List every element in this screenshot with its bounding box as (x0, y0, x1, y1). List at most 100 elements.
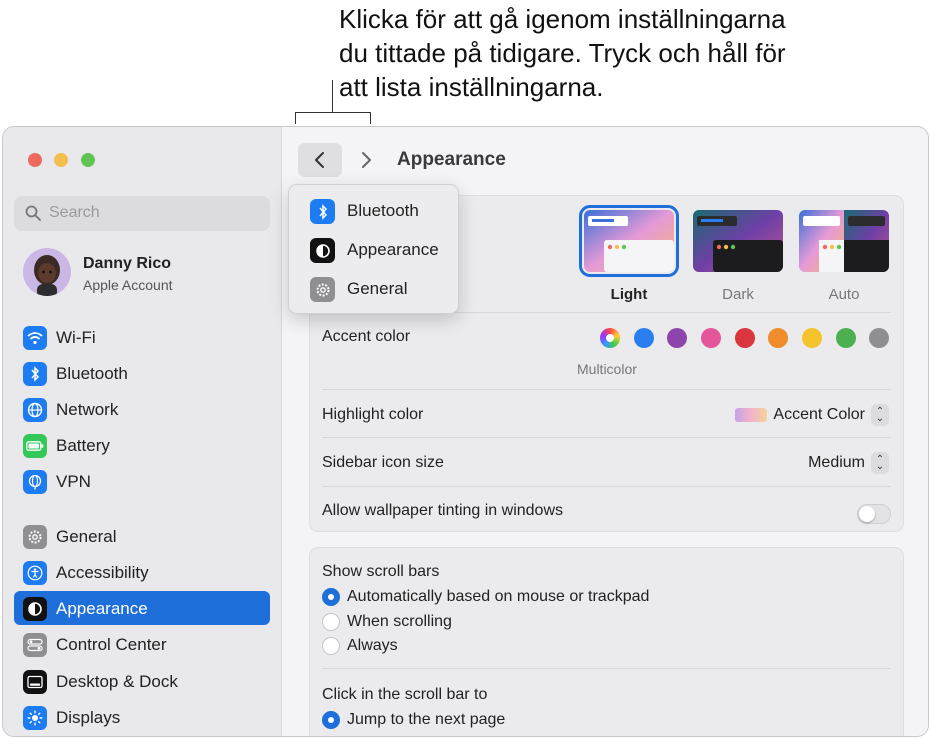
accent-graphite-swatch[interactable] (869, 328, 889, 348)
accent-purple-swatch[interactable] (667, 328, 687, 348)
sidebar-item-label: Accessibility (56, 563, 149, 582)
history-item-label: Bluetooth (347, 201, 419, 220)
callout-line-2: du tittade på tidigare. Tryck och håll f… (339, 38, 786, 68)
sidebar-item-desktop-dock[interactable]: Desktop & Dock (14, 664, 270, 698)
accent-selected-label: Multicolor (577, 361, 637, 377)
search-field[interactable]: Search (14, 196, 270, 231)
divider (322, 437, 891, 438)
radio-jump-next-page[interactable] (322, 711, 340, 729)
history-item-general[interactable]: General (289, 271, 458, 305)
callout-leader-line (332, 80, 333, 113)
accent-green-swatch[interactable] (836, 328, 856, 348)
divider (322, 668, 891, 669)
theme-dark[interactable]: Dark (693, 210, 783, 303)
theme-light[interactable]: Light (579, 205, 679, 303)
bluetooth-icon (23, 362, 47, 386)
page: Klicka för att gå igenom inställningarna… (0, 0, 931, 739)
sidebar-item-control-center[interactable]: Control Center (14, 627, 270, 661)
theme-auto[interactable]: Auto (799, 210, 889, 303)
chevron-updown-icon: ⌃ ⌄ (871, 452, 889, 474)
callout-line-1: Klicka för att gå igenom inställningarna (339, 4, 786, 34)
divider (322, 389, 891, 390)
accent-blue-swatch[interactable] (634, 328, 654, 348)
appearance-icon (310, 238, 335, 263)
gear-icon (310, 277, 335, 302)
minimize-window-button[interactable] (54, 153, 68, 167)
history-item-bluetooth[interactable]: Bluetooth (289, 193, 458, 227)
theme-label: Auto (828, 286, 860, 303)
highlight-swatch (735, 408, 768, 422)
radio-automatic-label: Automatically based on mouse or trackpad (347, 588, 650, 605)
globe-icon (23, 398, 47, 422)
sidebar-icon-size-label: Sidebar icon size (322, 454, 444, 471)
theme-dark-preview (693, 210, 783, 272)
account-subtitle: Apple Account (83, 277, 173, 293)
scroll-bars-panel: Show scroll bars Automatically based on … (309, 547, 904, 736)
sidebar-item-appearance[interactable]: Appearance (14, 591, 270, 625)
back-button[interactable] (298, 143, 342, 177)
radio-automatic[interactable] (322, 588, 340, 606)
radio-jump-next-page-label: Jump to the next page (347, 711, 506, 728)
search-icon (25, 205, 41, 221)
account-name: Danny Rico (83, 255, 172, 272)
sidebar-item-general[interactable]: General (14, 519, 270, 553)
sidebar-item-label: General (56, 527, 117, 546)
chevron-left-icon (315, 152, 324, 168)
bluetooth-icon (310, 199, 335, 224)
sidebar-item-accessibility[interactable]: Accessibility (14, 555, 270, 589)
wallpaper-tinting-toggle[interactable] (857, 504, 891, 524)
theme-label: Light (610, 286, 648, 303)
accent-red-swatch[interactable] (735, 328, 755, 348)
theme-light-preview (579, 205, 679, 277)
settings-window: Search Danny Rico Apple Account Wi-Fi Bl… (2, 126, 929, 737)
gear-icon (23, 525, 47, 549)
radio-always[interactable] (322, 637, 340, 655)
sidebar-icon-size-value: Medium (808, 454, 865, 471)
radio-always-label: Always (347, 637, 398, 654)
battery-icon (23, 434, 47, 458)
wallpaper-tinting-label: Allow wallpaper tinting in windows (322, 502, 564, 519)
sidebar-item-label: VPN (56, 472, 91, 491)
control-center-icon (23, 633, 47, 657)
history-item-label: General (347, 279, 408, 298)
apple-account-item[interactable]: Danny Rico Apple Account (23, 248, 273, 300)
sidebar-item-vpn[interactable]: VPN (14, 464, 270, 498)
sidebar-item-bluetooth[interactable]: Bluetooth (14, 356, 270, 390)
wifi-icon (23, 326, 47, 350)
sidebar-item-label: Desktop & Dock (56, 672, 178, 691)
theme-label: Dark (722, 286, 754, 303)
accent-orange-swatch[interactable] (768, 328, 788, 348)
zoom-window-button[interactable] (81, 153, 95, 167)
sidebar-item-label: Bluetooth (56, 364, 128, 383)
chevron-right-icon (362, 152, 371, 168)
history-menu: Bluetooth Appearance General (288, 184, 459, 314)
sidebar-item-label: Network (56, 400, 119, 419)
sun-icon (23, 706, 47, 730)
callout-text: Klicka för att gå igenom inställningarna… (339, 2, 919, 104)
sidebar-item-label: Battery (56, 436, 110, 455)
sidebar-item-battery[interactable]: Battery (14, 428, 270, 462)
close-window-button[interactable] (28, 153, 42, 167)
appearance-icon (23, 597, 47, 621)
accessibility-icon (23, 561, 47, 585)
divider (322, 486, 891, 487)
radio-when-scrolling[interactable] (322, 613, 340, 631)
radio-when-scrolling-label: When scrolling (347, 613, 452, 630)
accent-color-label: Accent color (322, 328, 411, 345)
forward-button[interactable] (349, 143, 383, 177)
sidebar-item-network[interactable]: Network (14, 392, 270, 426)
page-title: Appearance (397, 149, 506, 170)
accent-pink-swatch[interactable] (701, 328, 721, 348)
sidebar-item-wifi[interactable]: Wi-Fi (14, 320, 270, 354)
sidebar-item-label: Control Center (56, 635, 167, 654)
highlight-color-value: Accent Color (773, 406, 865, 423)
dock-icon (23, 670, 47, 694)
highlight-color-popup[interactable]: Accent Color ⌃ ⌄ (735, 404, 889, 426)
accent-yellow-swatch[interactable] (802, 328, 822, 348)
history-item-appearance[interactable]: Appearance (289, 232, 458, 266)
sidebar-icon-size-popup[interactable]: Medium ⌃ ⌄ (808, 452, 889, 474)
sidebar-item-displays[interactable]: Displays (14, 700, 270, 734)
accent-multicolor-swatch[interactable] (600, 328, 620, 348)
sidebar-item-label: Wi-Fi (56, 328, 96, 347)
history-item-label: Appearance (347, 240, 439, 259)
